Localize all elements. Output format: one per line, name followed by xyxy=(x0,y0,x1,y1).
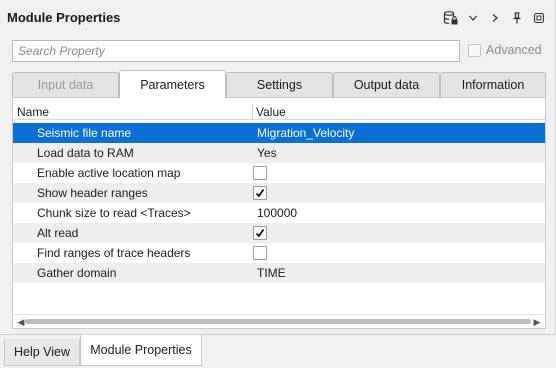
search-property-input[interactable] xyxy=(12,40,460,62)
property-checkbox[interactable] xyxy=(253,226,267,240)
tab-output-data[interactable]: Output data xyxy=(333,72,440,97)
column-header-name[interactable]: Name xyxy=(17,105,49,119)
scrollbar-thumb[interactable] xyxy=(25,319,531,324)
advanced-toggle[interactable]: Advanced xyxy=(468,43,542,57)
property-row-load-data-to-ram[interactable]: Load data to RAM Yes xyxy=(13,143,545,163)
column-header-value[interactable]: Value xyxy=(256,105,286,119)
property-checkbox[interactable] xyxy=(253,166,267,180)
property-row-seismic-file-name[interactable]: Seismic file name Migration_Velocity xyxy=(13,123,545,143)
property-checkbox[interactable] xyxy=(253,246,267,260)
property-row-enable-active-location-map[interactable]: Enable active location map xyxy=(13,163,545,183)
property-name: Enable active location map xyxy=(37,166,181,180)
grid-rows: Seismic file name Migration_Velocity Loa… xyxy=(13,123,545,283)
property-row-show-header-ranges[interactable]: Show header ranges xyxy=(13,183,545,203)
property-row-alt-read[interactable]: Alt read xyxy=(13,223,545,243)
property-name: Find ranges of trace headers xyxy=(37,246,191,260)
pin-icon[interactable] xyxy=(506,8,528,28)
tab-input-data[interactable]: Input data xyxy=(12,72,119,97)
property-name: Load data to RAM xyxy=(37,146,134,160)
property-name: Gather domain xyxy=(37,266,117,280)
property-checkbox[interactable] xyxy=(253,186,267,200)
titlebar-icons xyxy=(440,8,550,28)
property-value[interactable]: Yes xyxy=(257,146,277,160)
search-row: Advanced xyxy=(12,40,547,62)
checkmark-icon xyxy=(255,188,265,198)
panel-titlebar: Module Properties xyxy=(0,0,556,36)
advanced-label: Advanced xyxy=(486,43,542,57)
property-value[interactable]: TIME xyxy=(257,266,286,280)
horizontal-scrollbar[interactable]: ◀ ▶ xyxy=(13,314,545,328)
scroll-right-arrow-icon[interactable]: ▶ xyxy=(530,316,544,328)
tab-parameters[interactable]: Parameters xyxy=(119,70,226,98)
module-properties-panel: Module Properties Search Property Advanc… xyxy=(0,0,556,334)
column-separator[interactable] xyxy=(252,104,253,120)
property-name: Show header ranges xyxy=(37,186,148,200)
chevron-down-icon[interactable] xyxy=(462,8,484,28)
bottom-tab-bar: Help View Module Properties xyxy=(0,334,556,368)
property-value[interactable]: Migration_Velocity xyxy=(257,126,354,140)
property-value[interactable]: 100000 xyxy=(257,206,297,220)
database-lock-icon[interactable] xyxy=(440,8,462,28)
tab-settings[interactable]: Settings xyxy=(226,72,333,97)
properties-tabs: Input data Parameters Settings Output da… xyxy=(12,70,546,98)
property-name: Seismic file name xyxy=(37,126,132,140)
property-name: Alt read xyxy=(37,226,79,240)
property-row-find-ranges-of-trace-headers[interactable]: Find ranges of trace headers xyxy=(13,243,545,263)
tab-information[interactable]: Information xyxy=(440,72,546,97)
bottom-tab-module-properties[interactable]: Module Properties xyxy=(80,335,202,366)
property-name: Chunk size to read <Traces> xyxy=(37,206,191,220)
panel-title: Module Properties xyxy=(7,10,121,25)
property-grid: Name Value Seismic file name Migration_V… xyxy=(12,97,546,329)
checkmark-icon xyxy=(255,228,265,238)
float-icon[interactable] xyxy=(528,8,550,28)
chevron-right-icon[interactable] xyxy=(484,8,506,28)
advanced-checkbox[interactable] xyxy=(468,43,481,57)
property-row-chunk-size[interactable]: Chunk size to read <Traces> 100000 xyxy=(13,203,545,223)
property-row-gather-domain[interactable]: Gather domain TIME xyxy=(13,263,545,283)
grid-header: Name Value xyxy=(13,104,545,120)
bottom-tab-help-view[interactable]: Help View xyxy=(4,339,80,366)
